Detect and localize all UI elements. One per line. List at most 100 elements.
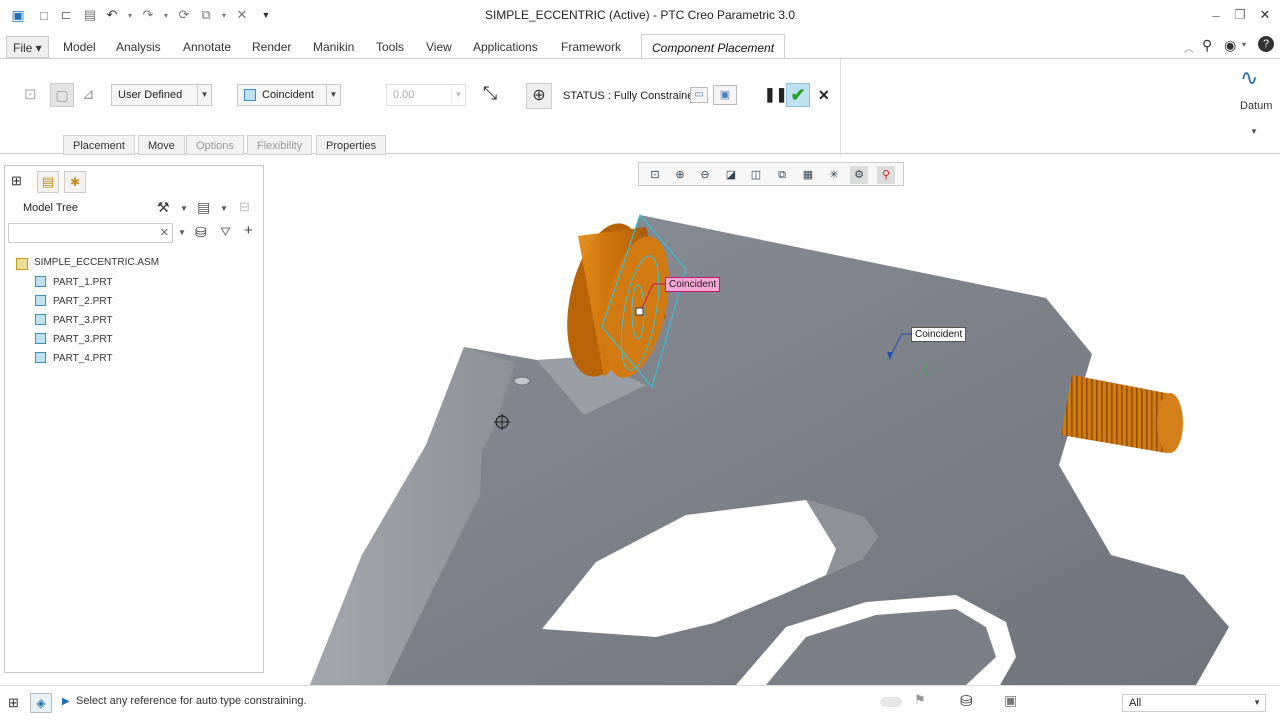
auto-constraint-icon[interactable]: ⊡ [24,85,44,105]
ribbon-divider [840,59,841,155]
tab-tools[interactable]: Tools [370,36,410,58]
repaint-icon[interactable]: ◪ [722,166,740,184]
tree-part-item[interactable]: PART_4.PRT [35,352,112,366]
tree-part-item[interactable]: PART_3.PRT [35,314,112,328]
folder-browser-icon[interactable]: ▤ [37,171,59,193]
small-hole [513,376,531,386]
search-icon[interactable]: ⚲ [1202,37,1212,54]
tree-settings-dropdown-icon[interactable]: ▼ [180,204,188,213]
favorites-icon[interactable]: ✱ [64,171,86,193]
close-app-icon[interactable]: ✕ [1257,7,1273,23]
tree-root-label: SIMPLE_ECCENTRIC.ASM [34,257,160,268]
constraint-point-marker [635,307,644,316]
offset-value: 0.00 [393,89,415,101]
tab-annotate[interactable]: Annotate [177,36,237,58]
model-tree-title: Model Tree [23,202,79,214]
restore-icon[interactable]: ❐ [1232,7,1248,23]
tab-manikin[interactable]: Manikin [307,36,360,58]
constraint-set-dropdown[interactable]: User Defined ▼ [111,84,212,106]
window-title: SIMPLE_ECCENTRIC (Active) - PTC Creo Par… [484,8,796,22]
filter-icon[interactable]: ⛛ [220,224,231,240]
datum-sketch-icon[interactable]: ∿ [1240,65,1258,91]
constraint-type-dropdown[interactable]: Coincident ▼ [237,84,341,106]
community-icon[interactable]: ◉ [1224,37,1236,54]
flag-icon[interactable]: ⚑ [914,692,926,708]
annotation-display-icon[interactable]: ⚙ [850,166,868,184]
user-defined-set-icon[interactable]: ▢ [50,83,74,107]
tree-settings-icon[interactable]: ⚒ [157,199,170,216]
tree-part-item[interactable]: PART_2.PRT [35,295,112,309]
add-column-icon[interactable]: + [244,222,253,239]
help-icon[interactable]: ? [1258,36,1274,52]
confirm-check-icon[interactable]: ✔ [786,83,810,107]
saved-orientations-icon[interactable]: ⧉ [773,166,791,184]
constraint-label-1[interactable]: Coincident [665,277,721,292]
tab-applications[interactable]: Applications [467,36,544,58]
tab-component-placement[interactable]: Component Placement [641,34,786,58]
subtab-flexibility[interactable]: Flexibility [247,135,313,155]
tree-filter-columns-icon[interactable]: ⊟ [239,199,250,215]
placement-display-icon[interactable]: ⊕ [526,83,552,109]
model-tree-tab-icon[interactable]: ⊞ [11,173,29,191]
tab-model[interactable]: Model [57,36,102,58]
datum-dropdown-icon[interactable]: ▼ [1250,127,1258,136]
offset-input[interactable]: 0.00 ▼ [386,84,466,106]
display-style-icon[interactable]: ◫ [747,166,765,184]
tree-part-item[interactable]: PART_3.PRT [35,333,112,347]
title-bar: ▣ □ ⊏ ▤ ↶ ▾ ↷ ▾ ⟳ ⧉ ▾ ✕ ▼ SIMPLE_ECCENTR… [0,0,1280,30]
flip-constraint-icon[interactable]: ⤡ [478,83,502,107]
view-manager-icon[interactable]: ▦ [799,166,817,184]
subtab-options[interactable]: Options [186,135,244,155]
tree-search-input[interactable]: ✕ [8,223,173,243]
tab-analysis[interactable]: Analysis [110,36,167,58]
find-icon[interactable]: ⛁ [960,692,973,710]
search-dropdown-icon[interactable]: ▼ [178,228,186,237]
mechanism-connection-icon[interactable]: ⊿ [82,85,95,103]
assembly-icon [16,258,28,270]
pause-icon[interactable]: ❚❚ [764,86,787,103]
selection-buffer-icon[interactable]: ▣ [1004,692,1017,709]
subtab-placement[interactable]: Placement [63,135,135,155]
zoom-out-icon[interactable]: ⊖ [696,166,714,184]
constraint-label-2[interactable]: Coincident [911,327,967,342]
minimize-icon[interactable]: – [1208,7,1224,23]
chevron-down-icon: ▼ [197,85,211,105]
graphics-area[interactable]: Coincident Coincident [266,157,1280,685]
chevron-down-icon: ▼ [1253,698,1261,707]
datum-label[interactable]: Datum [1240,100,1272,112]
status-bar: ⊞ ◈ ▶ Select any reference for auto type… [0,685,1280,720]
tab-render[interactable]: Render [246,36,297,58]
subtab-properties[interactable]: Properties [316,135,387,155]
tree-root-item[interactable]: SIMPLE_ECCENTRIC.ASM [16,257,160,270]
part-icon [35,295,46,306]
graphics-toolbar: ⊡ ⊕ ⊖ ◪ ◫ ⧉ ▦ ✳ ⚙ ⚲ [638,162,904,186]
selection-filter-dropdown[interactable]: All ▼ [1122,694,1266,712]
tree-part-item[interactable]: PART_1.PRT [35,276,112,290]
tab-file[interactable]: File ▾ [6,36,49,58]
refit-icon[interactable]: ⊡ [646,166,664,184]
status-message: Select any reference for auto type const… [76,695,307,707]
toggle-navigator-icon[interactable]: ⊞ [8,695,26,713]
clear-search-icon[interactable]: ✕ [160,224,169,242]
spin-center-icon[interactable]: ⚲ [877,166,895,184]
zoom-in-icon[interactable]: ⊕ [671,166,689,184]
tab-framework[interactable]: Framework [555,36,627,58]
tab-view[interactable]: View [420,36,458,58]
find-binoculars-icon[interactable]: ⛁ [195,224,207,241]
collapse-ribbon-icon[interactable]: ︿ [1184,40,1194,55]
assembly-model-render[interactable] [266,157,1280,685]
part-icon [35,333,46,344]
regen-status-indicator [880,697,902,707]
community-dropdown-icon[interactable]: ▾ [1242,40,1246,49]
status-text: STATUS : Fully Constrained [563,90,700,102]
datum-display-icon[interactable]: ✳ [825,166,843,184]
assembly-window-icon[interactable]: ▣ [713,85,737,105]
cancel-x-icon[interactable]: ✕ [818,87,830,104]
separate-window-icon[interactable]: ▭ [690,87,708,103]
toggle-browser-icon[interactable]: ◈ [30,693,52,713]
show-menu-icon[interactable]: ▤ [197,199,210,216]
show-dropdown-icon[interactable]: ▼ [220,204,228,213]
ribbon-panel: ⊡ ▢ ⊿ User Defined ▼ Coincident ▼ 0.00 ▼… [0,58,1280,155]
chevron-down-icon: ▼ [451,85,465,105]
subtab-move[interactable]: Move [138,135,185,155]
